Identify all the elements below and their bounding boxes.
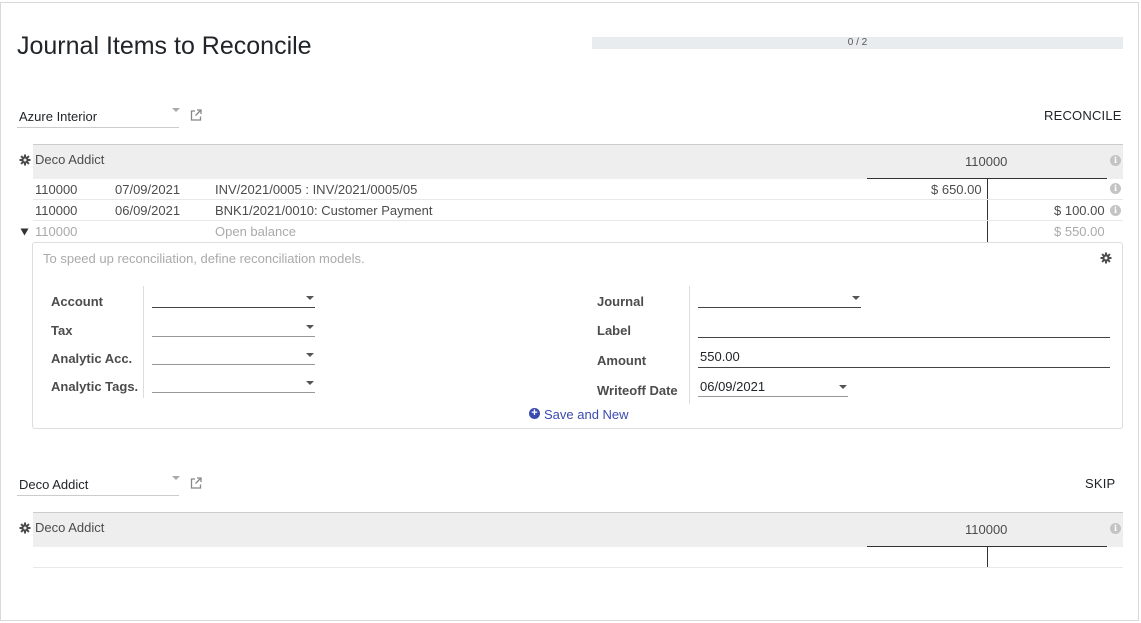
triangle-down-icon[interactable] bbox=[20, 227, 29, 236]
partner-select-value: Deco Addict bbox=[19, 477, 89, 492]
line-label: INV/2021/0005 : INV/2021/0005/05 bbox=[215, 182, 418, 197]
counterpart-header[interactable] bbox=[33, 144, 1123, 179]
amount-value: 550.00 bbox=[700, 349, 740, 364]
journal-field[interactable] bbox=[698, 290, 861, 308]
header-partner-name: Deco Addict bbox=[35, 152, 105, 167]
skip-button[interactable]: SKIP bbox=[1085, 476, 1115, 491]
info-icon[interactable]: i bbox=[1110, 155, 1121, 166]
label-field[interactable] bbox=[698, 320, 1110, 338]
writeoff-date-field[interactable]: 06/09/2021 bbox=[698, 379, 848, 397]
line-date: 06/09/2021 bbox=[115, 203, 181, 218]
progress-text: 0 / 2 bbox=[847, 37, 868, 48]
line-credit: $ 100.00 bbox=[1054, 203, 1105, 218]
open-balance-row[interactable]: 110000 Open balance $ 550.00 bbox=[33, 221, 1123, 242]
t-account-divider bbox=[987, 546, 988, 567]
plus-circle-icon: + bbox=[529, 408, 540, 419]
analytic-account-label: Analytic Acc. bbox=[51, 351, 133, 366]
line-label: BNK1/2021/0010: Customer Payment bbox=[215, 203, 433, 218]
amount-field[interactable]: 550.00 bbox=[698, 349, 1110, 368]
caret-down-icon bbox=[852, 296, 860, 300]
header-partner-name: Deco Addict bbox=[35, 520, 105, 535]
tax-field[interactable] bbox=[152, 319, 315, 337]
info-icon[interactable]: i bbox=[1110, 183, 1121, 194]
info-icon[interactable]: i bbox=[1110, 205, 1121, 216]
line-account: 110000 bbox=[35, 182, 78, 197]
column-separator bbox=[689, 286, 690, 404]
partner-select[interactable]: Deco Addict bbox=[17, 472, 180, 496]
gear-icon[interactable] bbox=[19, 154, 31, 166]
progress-bar: 0 / 2 bbox=[592, 37, 1123, 49]
caret-down-icon bbox=[839, 385, 847, 389]
header-account: 110000 bbox=[965, 154, 1008, 169]
table-row[interactable]: 110000 06/09/2021 BNK1/2021/0010: Custom… bbox=[33, 200, 1123, 221]
gear-icon[interactable] bbox=[1100, 252, 1112, 264]
counterpart-header[interactable] bbox=[33, 512, 1123, 547]
caret-down-icon bbox=[306, 325, 314, 329]
analytic-tags-field[interactable] bbox=[152, 375, 315, 393]
reconcile-models-hint: To speed up reconciliation, define recon… bbox=[43, 251, 365, 266]
row-divider bbox=[33, 567, 1123, 568]
page-title: Journal Items to Reconcile bbox=[17, 32, 312, 60]
partner-select-value: Azure Interior bbox=[19, 109, 98, 124]
caret-down-icon bbox=[306, 353, 314, 357]
info-icon[interactable]: i bbox=[1110, 523, 1121, 534]
open-balance-label: Open balance bbox=[215, 224, 296, 239]
partner-select[interactable]: Azure Interior bbox=[17, 104, 180, 128]
amount-label: Amount bbox=[597, 353, 647, 368]
tax-label: Tax bbox=[51, 323, 73, 338]
journal-label: Journal bbox=[597, 294, 644, 309]
open-balance-account: 110000 bbox=[35, 224, 78, 239]
writeoff-date-label: Writeoff Date bbox=[597, 383, 678, 398]
line-debit: $ 650.00 bbox=[931, 182, 982, 197]
column-separator bbox=[143, 286, 144, 398]
caret-down-icon bbox=[172, 476, 180, 480]
save-and-new-label: Save and New bbox=[544, 407, 629, 422]
open-balance-amount: $ 550.00 bbox=[1054, 224, 1105, 239]
table-row[interactable]: 110000 07/09/2021 INV/2021/0005 : INV/20… bbox=[33, 179, 1123, 200]
label-label: Label bbox=[597, 323, 631, 338]
caret-down-icon bbox=[306, 296, 314, 300]
line-date: 07/09/2021 bbox=[115, 182, 181, 197]
reconcile-button[interactable]: RECONCILE bbox=[1044, 108, 1122, 123]
external-link-icon[interactable] bbox=[189, 476, 203, 490]
account-label: Account bbox=[51, 294, 103, 309]
line-account: 110000 bbox=[35, 203, 78, 218]
caret-down-icon bbox=[172, 108, 180, 112]
analytic-tags-label: Analytic Tags. bbox=[51, 379, 139, 394]
header-account: 110000 bbox=[965, 522, 1008, 537]
caret-down-icon bbox=[306, 381, 314, 385]
gear-icon[interactable] bbox=[19, 522, 31, 534]
analytic-account-field[interactable] bbox=[152, 347, 315, 365]
account-field[interactable] bbox=[152, 290, 315, 308]
writeoff-date-value: 06/09/2021 bbox=[700, 379, 766, 394]
external-link-icon[interactable] bbox=[189, 108, 203, 122]
